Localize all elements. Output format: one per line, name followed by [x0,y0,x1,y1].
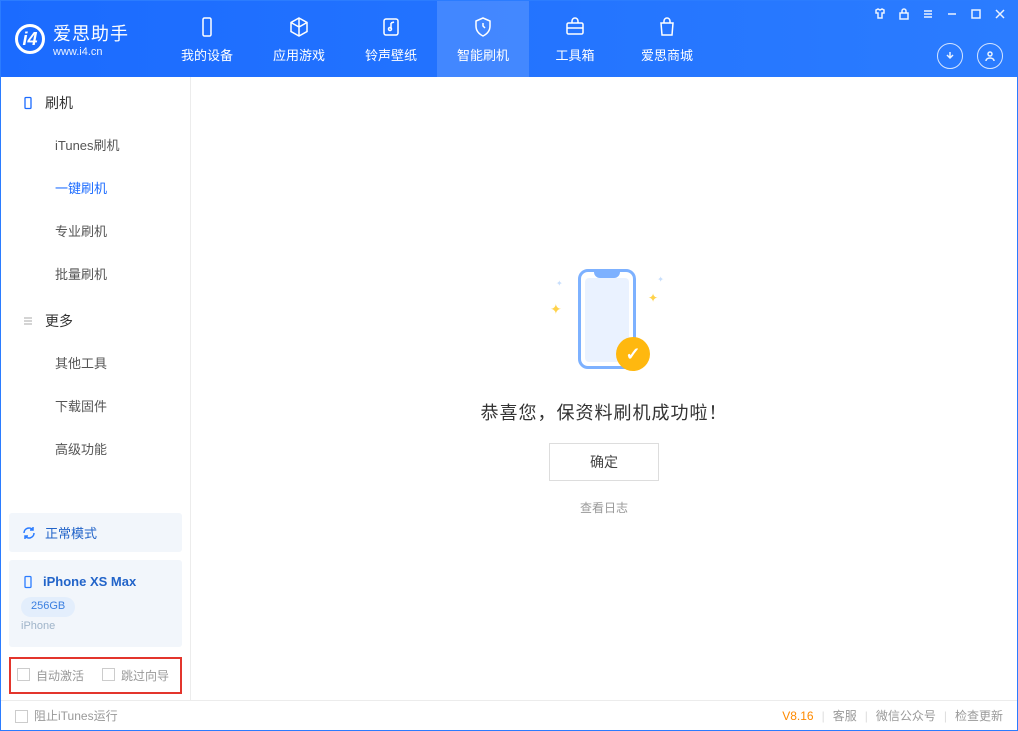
option-label: 跳过向导 [121,667,169,684]
sparkle-icon: ✦ [657,275,664,284]
refresh-icon [21,525,37,541]
sidebar-section-flash: 刷机 [1,77,190,123]
nav-label: 应用游戏 [273,45,325,64]
device-type: iPhone [21,617,170,637]
option-label: 自动激活 [36,667,84,684]
toolbox-icon [563,15,587,39]
sidebar-section-more: 更多 [1,295,190,341]
cube-icon [287,15,311,39]
nav-label: 智能刷机 [457,45,509,64]
success-illustration: ✦ ✦ ✦ ✦ ✓ [544,261,664,381]
nav-label: 铃声壁纸 [365,45,417,64]
wechat-link[interactable]: 微信公众号 [876,707,936,724]
sidebar-item-other-tools[interactable]: 其他工具 [1,341,190,384]
main-nav: 我的设备 应用游戏 铃声壁纸 智能刷机 工具箱 爱思商城 [161,1,713,77]
nav-label: 爱思商城 [641,45,693,64]
section-label: 更多 [45,311,73,331]
minimize-icon[interactable] [945,7,959,21]
app-url: www.i4.cn [53,46,129,58]
logo-icon: i4 [15,24,45,54]
sidebar: 刷机 iTunes刷机 一键刷机 专业刷机 批量刷机 更多 其他工具 下载固件 … [1,77,191,700]
sparkle-icon: ✦ [648,291,658,305]
check-badge-icon: ✓ [616,337,650,371]
check-update-link[interactable]: 检查更新 [955,707,1003,724]
account-button[interactable] [977,43,1003,69]
menu-icon[interactable] [921,7,935,21]
nav-label: 工具箱 [555,45,594,64]
window-controls [873,7,1007,21]
logo: i4 爱思助手 www.i4.cn [1,20,143,58]
main-content: ✦ ✦ ✦ ✦ ✓ 恭喜您，保资料刷机成功啦！ 确定 查看日志 [191,77,1017,700]
sidebar-item-advanced[interactable]: 高级功能 [1,427,190,470]
device-icon [195,15,219,39]
sidebar-item-itunes-flash[interactable]: iTunes刷机 [1,123,190,166]
sidebar-item-download-fw[interactable]: 下载固件 [1,384,190,427]
nav-store[interactable]: 爱思商城 [621,1,713,77]
sidebar-item-batch-flash[interactable]: 批量刷机 [1,252,190,295]
app-header: i4 爱思助手 www.i4.cn 我的设备 应用游戏 铃声壁纸 智能刷机 工具… [1,1,1017,77]
music-icon [379,15,403,39]
device-box[interactable]: iPhone XS Max 256GB iPhone [9,560,182,647]
status-label: 阻止iTunes运行 [34,707,118,724]
checkbox-block-itunes[interactable] [15,710,28,723]
ok-button[interactable]: 确定 [549,443,659,481]
device-capacity: 256GB [21,597,75,617]
maximize-icon[interactable] [969,7,983,21]
mode-box[interactable]: 正常模式 [9,513,182,552]
download-button[interactable] [937,43,963,69]
view-log-link[interactable]: 查看日志 [580,499,628,516]
close-icon[interactable] [993,7,1007,21]
nav-ringtones[interactable]: 铃声壁纸 [345,1,437,77]
options-highlight: 自动激活 跳过向导 [9,657,182,694]
checkbox-auto-activate[interactable] [17,668,30,681]
app-title: 爱思助手 [53,20,129,46]
success-message: 恭喜您，保资料刷机成功啦！ [481,399,728,425]
nav-label: 我的设备 [181,45,233,64]
sidebar-item-pro-flash[interactable]: 专业刷机 [1,209,190,252]
shield-icon [471,15,495,39]
sparkle-icon: ✦ [556,279,563,288]
support-link[interactable]: 客服 [833,707,857,724]
shirt-icon[interactable] [873,7,887,21]
header-actions [937,43,1003,69]
bag-icon [655,15,679,39]
nav-smart-flash[interactable]: 智能刷机 [437,1,529,77]
checkbox-skip-guide[interactable] [102,668,115,681]
nav-my-device[interactable]: 我的设备 [161,1,253,77]
sidebar-item-oneclick-flash[interactable]: 一键刷机 [1,166,190,209]
device-name: iPhone XS Max [43,570,136,593]
device-icon [21,575,35,589]
section-label: 刷机 [45,93,73,113]
mode-label: 正常模式 [45,523,97,542]
list-icon [21,314,35,328]
nav-apps-games[interactable]: 应用游戏 [253,1,345,77]
lock-icon[interactable] [897,7,911,21]
version-label: V8.16 [782,709,813,723]
nav-toolbox[interactable]: 工具箱 [529,1,621,77]
sparkle-icon: ✦ [550,301,562,318]
phone-icon [21,96,35,110]
status-bar: 阻止iTunes运行 V8.16 | 客服 | 微信公众号 | 检查更新 [1,700,1017,730]
